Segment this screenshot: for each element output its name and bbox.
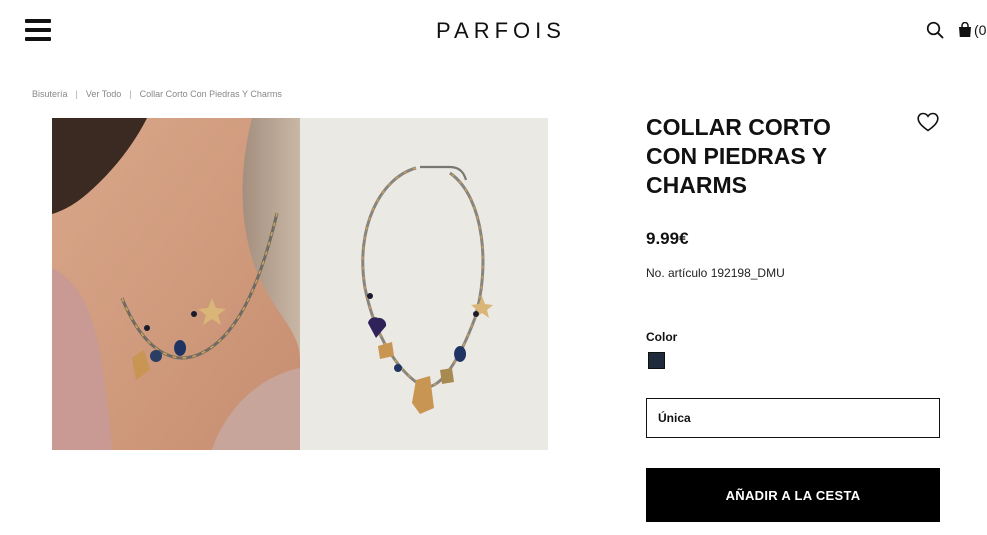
bag-count: (0 [974,22,987,38]
breadcrumb-item-current[interactable]: Collar Corto Con Piedras Y Charms [140,89,282,99]
breadcrumb-item-ver-todo[interactable]: Ver Todo [86,89,121,99]
shopping-bag-icon [959,22,971,37]
product-sku: No. artículo 192198_DMU [646,266,785,280]
product-price: 9.99€ [646,229,689,248]
breadcrumb-separator: | [129,89,132,99]
site-header: PARFOIS (0 [0,0,987,62]
product-image-model[interactable] [52,118,300,450]
site-logo[interactable]: PARFOIS [436,18,566,44]
hamburger-menu-icon[interactable] [25,19,51,41]
search-icon[interactable] [926,21,944,39]
heart-icon[interactable] [916,110,940,134]
breadcrumb-item-bisuteria[interactable]: Bisutería [32,89,68,99]
color-label: Color [646,330,678,344]
size-value: Única [658,411,691,425]
breadcrumb: Bisutería | Ver Todo | Collar Corto Con … [32,89,282,99]
product-title: COLLAR CORTO CON PIEDRAS Y CHARMS [646,114,831,198]
size-selector[interactable]: Única [646,398,940,438]
add-to-cart-button[interactable]: AÑADIR A LA CESTA [646,468,940,522]
model-photo [52,118,300,450]
necklace-photo [300,118,548,450]
shopping-bag-button[interactable]: (0 [958,21,986,39]
product-image-flatlay[interactable] [300,118,548,450]
breadcrumb-separator: | [75,89,78,99]
color-swatch[interactable] [648,352,665,369]
